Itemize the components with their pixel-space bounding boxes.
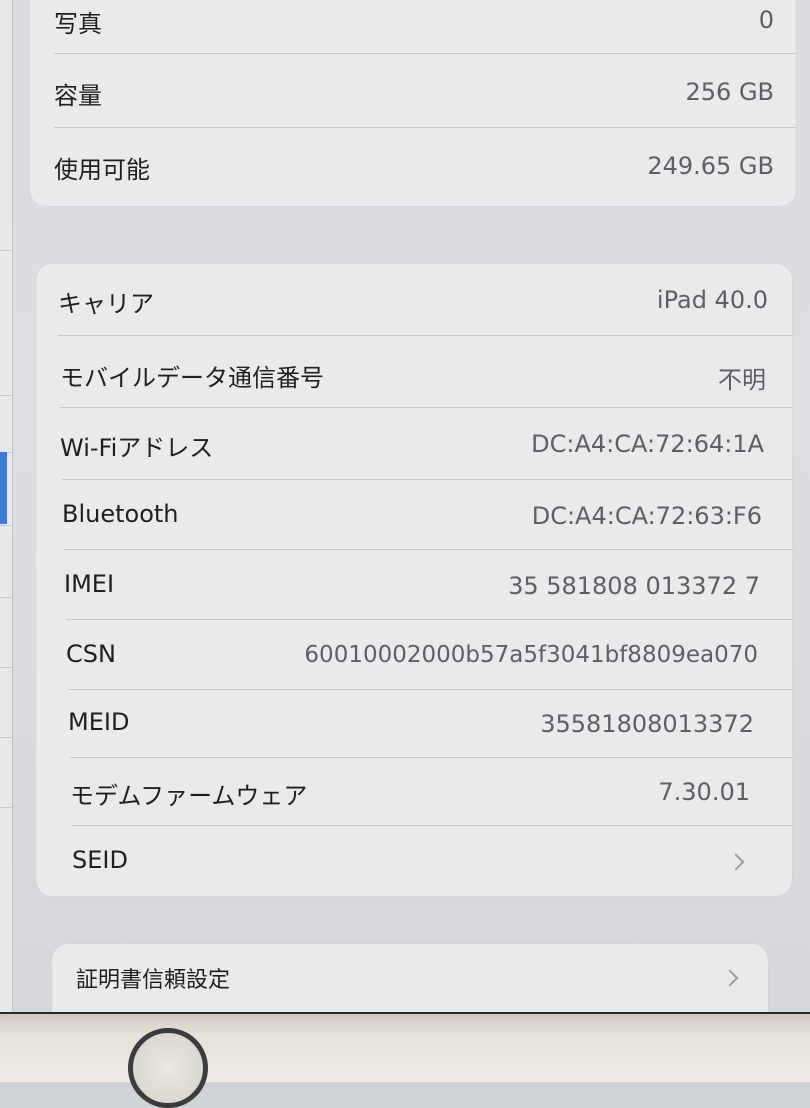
modem-firmware-label: モデムファームウェア	[70, 782, 308, 810]
available-label: 使用可能	[54, 156, 150, 184]
imei-value: 35 581808 013372 7	[508, 572, 760, 600]
storage-group: 写真 0 容量 256 GB 使用可能 249.65 GB	[30, 0, 796, 206]
photos-row: 写真 0	[30, 0, 796, 54]
modem-firmware-value: 7.30.01	[658, 778, 750, 806]
photos-value: 0	[758, 6, 774, 34]
carrier-row: キャリア iPad 40.0	[36, 264, 792, 336]
mobile-number-value: 不明	[718, 366, 766, 394]
cert-trust-group[interactable]: 証明書信頼設定	[52, 944, 768, 1012]
wifi-address-value: DC:A4:CA:72:64:1A	[531, 430, 764, 458]
carrier-label: キャリア	[58, 290, 154, 318]
device-info-group: キャリア iPad 40.0 モバイルデータ通信番号 不明 Wi-Fiアドレス …	[36, 264, 792, 896]
cert-trust-label: 証明書信頼設定	[76, 968, 231, 993]
seid-label: SEID	[72, 846, 128, 874]
bluetooth-label: Bluetooth	[62, 500, 179, 528]
home-button[interactable]	[128, 1028, 208, 1108]
bluetooth-row: Bluetooth DC:A4:CA:72:63:F6	[36, 480, 792, 550]
csn-value: 60010002000b57a5f3041bf8809ea070	[304, 642, 758, 668]
meid-label: MEID	[68, 708, 130, 736]
capacity-value: 256 GB	[685, 78, 775, 106]
photos-label: 写真	[54, 10, 102, 38]
wifi-address-row: Wi-Fiアドレス DC:A4:CA:72:64:1A	[36, 408, 792, 480]
capacity-label: 容量	[54, 82, 102, 110]
device-bezel	[0, 1012, 810, 1082]
settings-screen: 写真 0 容量 256 GB 使用可能 249.65 GB キャリア iPad …	[0, 0, 810, 1012]
imei-label: IMEI	[64, 570, 115, 598]
available-value: 249.65 GB	[647, 152, 774, 180]
chevron-right-icon	[727, 853, 745, 871]
carrier-value: iPad 40.0	[656, 286, 768, 314]
seid-row[interactable]: SEID	[36, 826, 792, 896]
csn-label: CSN	[66, 640, 116, 668]
mobile-number-row: モバイルデータ通信番号 不明	[36, 336, 792, 408]
imei-row: IMEI 35 581808 013372 7	[36, 550, 792, 620]
meid-row: MEID 35581808013372	[36, 690, 792, 758]
bluetooth-value: DC:A4:CA:72:63:F6	[531, 502, 762, 530]
modem-firmware-row: モデムファームウェア 7.30.01	[36, 758, 792, 826]
chevron-right-icon	[721, 969, 739, 987]
mobile-number-label: モバイルデータ通信番号	[60, 364, 324, 392]
sidebar-edge	[0, 0, 13, 1012]
csn-row: CSN 60010002000b57a5f3041bf8809ea070	[36, 620, 792, 690]
available-row: 使用可能 249.65 GB	[30, 128, 796, 206]
sidebar-selected-indicator	[0, 452, 7, 524]
meid-value: 35581808013372	[540, 710, 754, 738]
wifi-address-label: Wi-Fiアドレス	[60, 434, 214, 462]
capacity-row: 容量 256 GB	[30, 54, 796, 128]
